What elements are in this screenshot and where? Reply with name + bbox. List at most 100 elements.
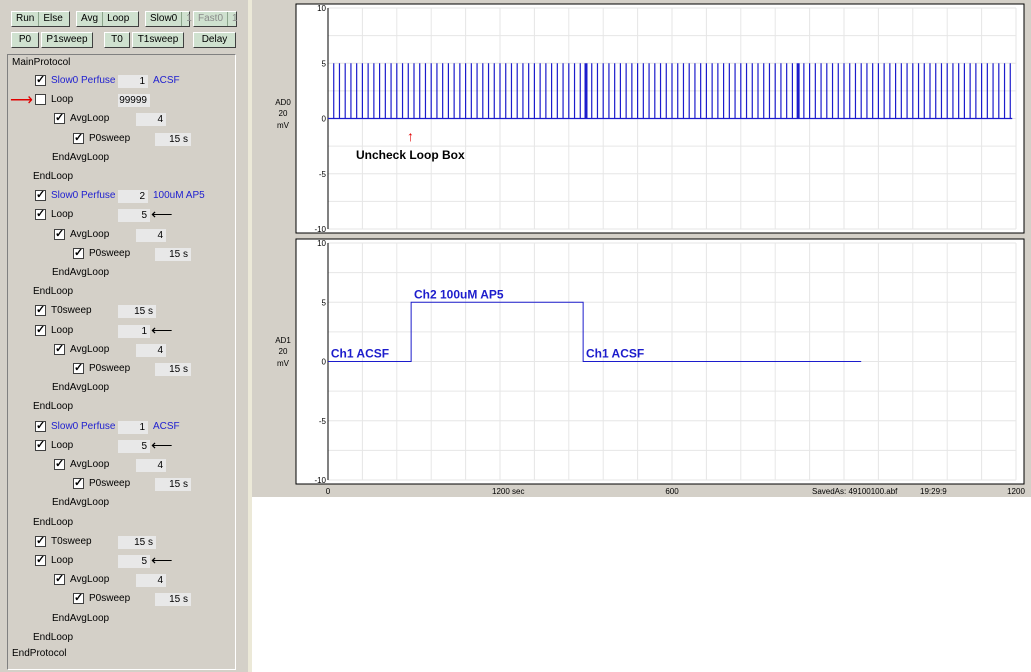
protocol-item-value[interactable]: 15 s bbox=[155, 478, 191, 492]
protocol-line[interactable]: P0sweep 15 s bbox=[8, 591, 233, 607]
protocol-checkbox[interactable] bbox=[54, 457, 65, 470]
p0-button[interactable]: P0 bbox=[11, 32, 39, 48]
protocol-line[interactable]: Loop 5⟵ bbox=[8, 438, 233, 454]
protocol-checkbox[interactable] bbox=[35, 188, 46, 202]
protocol-end-label: EndAvgLoop bbox=[52, 497, 110, 509]
protocol-item-value[interactable]: 4 bbox=[136, 574, 166, 588]
fast0-button[interactable]: Fast0 bbox=[194, 12, 229, 26]
protocol-line[interactable]: EndAvgLoop bbox=[8, 611, 233, 627]
protocol-item-value[interactable]: 15 s bbox=[155, 132, 191, 146]
protocol-line[interactable]: AvgLoop 4 bbox=[8, 342, 233, 358]
protocol-checkbox[interactable] bbox=[35, 323, 46, 336]
avg-loop-toolbar[interactable]: Avg Loop bbox=[76, 11, 139, 27]
protocol-line[interactable]: EndLoop bbox=[8, 630, 233, 646]
protocol-checkbox[interactable] bbox=[54, 342, 65, 355]
protocol-item-value[interactable]: 15 s bbox=[118, 305, 156, 319]
protocol-checkbox[interactable] bbox=[35, 303, 46, 317]
protocol-checkbox[interactable] bbox=[35, 207, 46, 221]
protocol-line[interactable]: Slow0 Perfuse1 ACSF bbox=[8, 73, 233, 89]
protocol-line[interactable]: AvgLoop 4 bbox=[8, 457, 233, 473]
protocol-item-value[interactable]: 4 bbox=[136, 113, 166, 127]
protocol-item-value[interactable]: 5 bbox=[118, 555, 150, 568]
protocol-line[interactable]: AvgLoop 4 bbox=[8, 572, 233, 588]
protocol-checkbox[interactable] bbox=[35, 438, 46, 451]
protocol-item-value[interactable]: 15 s bbox=[118, 535, 156, 549]
protocol-checkbox[interactable] bbox=[73, 246, 84, 259]
protocol-checkbox[interactable] bbox=[35, 419, 46, 432]
fast0-toolbar[interactable]: Fast0 1 bbox=[193, 11, 238, 27]
protocol-line[interactable]: P0sweep 15 s bbox=[8, 361, 233, 377]
protocol-checkbox[interactable] bbox=[73, 131, 84, 144]
protocol-line[interactable]: Loop 1⟵ bbox=[8, 323, 233, 339]
protocol-line[interactable]: Slow0 Perfuse2 100uM AP5 bbox=[8, 188, 233, 204]
protocol-line[interactable]: T0sweep 15 s bbox=[8, 303, 233, 319]
protocol-item-value[interactable]: 1 bbox=[118, 324, 150, 338]
protocol-line[interactable]: Slow0 Perfuse1 ACSF bbox=[8, 419, 233, 435]
chart-area: 10 5 0 -5 -10 10 5 0 -5 -10 0 600 1200 Ch1 ACSF Ch2 10… bbox=[252, 0, 1031, 497]
protocol-checkbox[interactable] bbox=[35, 534, 46, 547]
protocol-checkbox[interactable] bbox=[54, 572, 65, 586]
protocol-line[interactable]: EndLoop bbox=[8, 169, 233, 185]
protocol-item-value[interactable]: 4 bbox=[136, 228, 166, 242]
loop-button[interactable]: Loop bbox=[103, 12, 133, 26]
ad0-channel-label: AD0 bbox=[275, 98, 291, 107]
protocol-line[interactable]: P0sweep 15 s bbox=[8, 246, 233, 262]
protocol-line[interactable]: Loop 5⟵ bbox=[8, 207, 233, 223]
protocol-item-value[interactable]: 4 bbox=[136, 343, 166, 357]
delay-button[interactable]: Delay bbox=[193, 32, 236, 48]
protocol-line[interactable]: AvgLoop 4 bbox=[8, 111, 233, 127]
protocol-item-value[interactable]: 15 s bbox=[155, 593, 191, 607]
protocol-checkbox[interactable] bbox=[35, 553, 46, 566]
y-tick-label: 5 bbox=[322, 59, 327, 68]
t1sweep-button[interactable]: T1sweep bbox=[132, 32, 184, 48]
protocol-line[interactable]: EndAvgLoop bbox=[8, 265, 233, 281]
protocol-line[interactable]: Loop 99999 bbox=[8, 92, 233, 108]
protocol-line[interactable]: EndAvgLoop bbox=[8, 495, 233, 511]
protocol-line[interactable]: EndLoop bbox=[8, 284, 233, 300]
protocol-checkbox[interactable] bbox=[54, 227, 65, 240]
protocol-checkbox[interactable] bbox=[73, 476, 84, 490]
protocol-item-value[interactable]: 5 bbox=[118, 209, 150, 223]
protocol-line[interactable]: AvgLoop 4 bbox=[8, 227, 233, 243]
protocol-line[interactable]: EndAvgLoop bbox=[8, 380, 233, 396]
protocol-line[interactable]: P0sweep 15 s bbox=[8, 476, 233, 492]
protocol-checkbox[interactable] bbox=[73, 361, 84, 374]
main-protocol-label: MainProtocol bbox=[12, 57, 71, 68]
slow0-button[interactable]: Slow0 bbox=[146, 12, 183, 26]
protocol-item-value[interactable]: 1 bbox=[118, 75, 148, 88]
protocol-line[interactable]: EndLoop bbox=[8, 399, 233, 415]
slow0-toolbar[interactable]: Slow0 1 bbox=[145, 11, 192, 27]
y-tick-label: -5 bbox=[319, 417, 327, 426]
protocol-checkbox[interactable] bbox=[35, 94, 46, 106]
saved-as-label: SavedAs: 49100100.abf bbox=[812, 487, 898, 496]
protocol-item-label: P0sweep bbox=[89, 478, 131, 490]
else-button[interactable]: Else bbox=[39, 12, 66, 26]
run-else-toolbar[interactable]: Run Else bbox=[11, 11, 70, 27]
ad1-channel-label: AD1 bbox=[275, 336, 291, 345]
protocol-item-value[interactable]: 2 bbox=[118, 190, 148, 204]
protocol-item-value[interactable]: 1 bbox=[118, 420, 148, 434]
ad1-scale[interactable]: 20 bbox=[268, 347, 298, 356]
avg-button[interactable]: Avg bbox=[77, 12, 104, 26]
t0-button[interactable]: T0 bbox=[104, 32, 130, 48]
protocol-item-value[interactable]: 5 bbox=[118, 439, 150, 453]
black-arrow-icon: ⟵ bbox=[151, 552, 173, 569]
protocol-line[interactable]: Loop 5⟵ bbox=[8, 553, 233, 569]
protocol-checkbox[interactable] bbox=[73, 591, 84, 605]
protocol-checkbox[interactable] bbox=[54, 111, 65, 125]
protocol-line[interactable]: EndAvgLoop bbox=[8, 150, 233, 166]
protocol-line[interactable]: P0sweep 15 s bbox=[8, 131, 233, 147]
protocol-checkbox[interactable] bbox=[35, 73, 46, 86]
protocol-line[interactable]: T0sweep 15 s bbox=[8, 534, 233, 550]
protocol-item-value[interactable]: 15 s bbox=[155, 363, 191, 376]
run-button[interactable]: Run bbox=[12, 12, 40, 26]
protocol-item-value[interactable]: 15 s bbox=[155, 247, 191, 261]
p1sweep-button[interactable]: P1sweep bbox=[41, 32, 93, 48]
y-tick-label: 10 bbox=[317, 4, 326, 13]
protocol-item-value[interactable]: 4 bbox=[136, 459, 166, 472]
up-arrow-icon: ↑ bbox=[407, 128, 414, 144]
ad0-scale[interactable]: 20 bbox=[268, 109, 298, 118]
protocol-item-value[interactable]: 99999 bbox=[118, 94, 150, 108]
y-tick-label: 5 bbox=[322, 298, 327, 307]
protocol-line[interactable]: EndLoop bbox=[8, 515, 233, 531]
